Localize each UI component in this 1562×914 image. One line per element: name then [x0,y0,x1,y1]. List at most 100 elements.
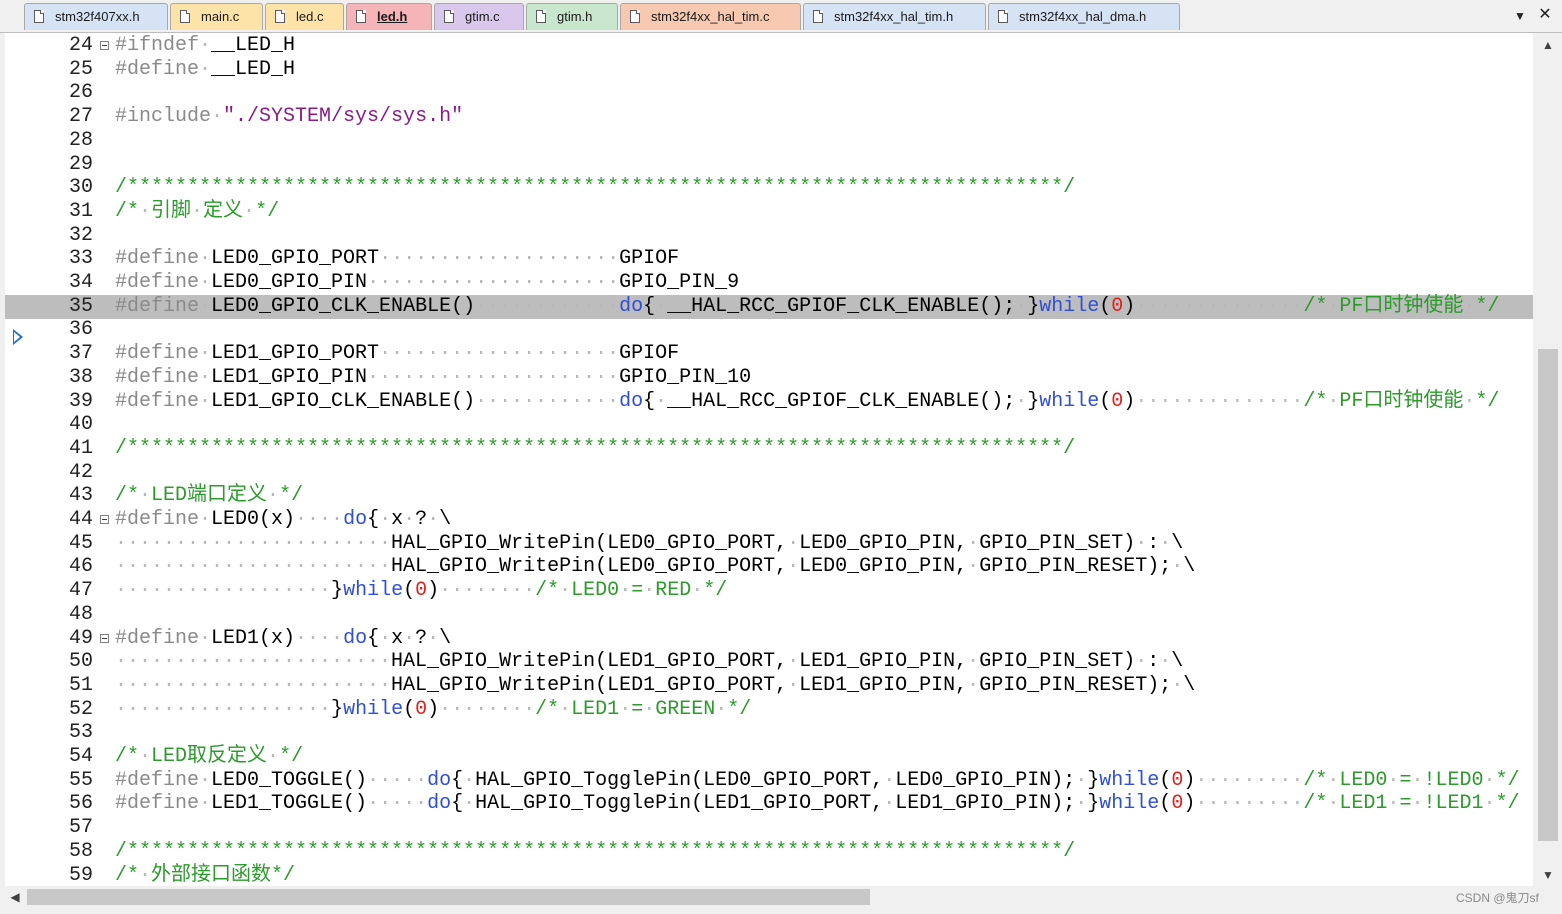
code-token: · [1327,294,1340,318]
tab-stm32f4xx-hal-tim-c[interactable]: stm32f4xx_hal_tim.c [620,3,801,30]
code-token: !LED0 [1423,768,1484,792]
tab-main-c[interactable]: main.c [170,3,263,30]
tab-led-c[interactable]: led.c [265,3,344,30]
code-token: ······················· [115,673,392,697]
line-number: 52 [68,697,93,721]
code-line[interactable]: 29 [5,153,1533,177]
code-token: LED0_GPIO_PORT [211,247,380,271]
code-token: #define [115,792,200,816]
code-token: · [1075,768,1088,792]
code-token: LED1_TOGGLE() [211,792,368,816]
tab-gtim-c[interactable]: gtim.c [434,3,524,30]
code-text: ·······················HAL_GPIO_WritePin… [115,674,1195,698]
code-line[interactable]: 37 #define·LED1_GPIO_PORT················… [5,342,1533,366]
code-line[interactable]: 43/*·LED端口定义·*/ [5,484,1533,508]
code-line[interactable]: 30 /*************************************… [5,176,1533,200]
tab-led-h[interactable]: led.h [346,3,432,30]
line-number: 39 [68,389,93,413]
code-token: ····················· [367,271,620,294]
fold-toggle-icon[interactable] [100,41,109,50]
code-line[interactable]: 54/*·LED取反定义·*/ [5,745,1533,769]
code-line[interactable]: 46 ·······················HAL_GPIO_WriteP… [5,555,1533,579]
code-token: #define [115,389,200,413]
line-number: 44 [68,508,93,531]
code-line[interactable]: 25 #define·__LED_H [5,58,1533,82]
code-token: · [403,508,416,531]
fold-toggle-icon[interactable] [100,633,109,643]
code-token: do [343,626,368,650]
code-token: · [139,863,152,887]
code-line[interactable]: 47 ··················}while(0)········/*·… [5,579,1533,603]
tab-stm32f4xx-hal-dma-h[interactable]: stm32f4xx_hal_dma.h [988,3,1180,30]
code-line[interactable]: 28 [5,129,1533,153]
code-token: · [1483,768,1496,792]
code-line[interactable]: 55 #define·LED0_TOGGLE()·····do{·HAL_GPIO… [5,769,1533,793]
scroll-left-icon[interactable]: ◀ [5,886,25,908]
code-token: ······················· [115,531,392,555]
horizontal-scroll-thumb[interactable] [27,889,870,905]
code-line[interactable]: 48 [5,603,1533,627]
code-line[interactable]: 34 #define·LED0_GPIO_PIN·················… [5,271,1533,295]
code-token: · [1171,555,1184,579]
code-token: do [343,508,368,531]
code-line[interactable]: 53 [5,721,1533,745]
code-line[interactable]: 58 /*************************************… [5,840,1533,864]
code-line[interactable]: 31/*·引脚·定义·*/ [5,200,1533,224]
code-line[interactable]: 38 #define·LED1_GPIO_PIN·················… [5,366,1533,390]
fold-toggle-icon[interactable] [100,515,109,524]
code-token: /* [535,697,560,721]
code-line[interactable]: 59 /*·外部接口函数*/ [5,864,1533,887]
code-text: #define·LED1_GPIO_PIN···················… [115,366,751,390]
tab-label: gtim.h [557,9,593,24]
code-line[interactable]: 49 #define·LED1(x)····do{·x·?·\ [5,627,1533,651]
code-line[interactable]: 24 #ifndef·__LED_H [5,34,1533,58]
code-line[interactable]: 27 #include·"./SYSTEM/sys/sys.h" [5,105,1533,129]
code-line[interactable]: 33 #define·LED0_GPIO_PORT················… [5,247,1533,271]
code-token: { [367,508,380,531]
code-text: /*·LED取反定义·*/ [115,745,303,769]
code-token: ········· [1195,768,1304,792]
code-line[interactable]: 40 [5,413,1533,437]
code-token: 0 [1111,389,1124,413]
code-line[interactable]: 57 [5,816,1533,840]
code-line[interactable]: 39 #define·LED1_GPIO_CLK_ENABLE()········… [5,390,1533,414]
code-line[interactable]: 44 #define·LED0(x)····do{·x·?·\ [5,508,1533,532]
vertical-scroll-thumb[interactable] [1538,349,1558,841]
tab-stm32f4xx-hal-tim-h[interactable]: stm32f4xx_hal_tim.h [803,3,986,30]
code-text: #define·__LED_H [115,58,295,82]
scroll-up-icon[interactable]: ▲ [1536,35,1560,55]
code-token: LED0_GPIO_PIN, [799,555,968,579]
code-token: #define [115,768,200,792]
vertical-scrollbar[interactable]: ▲ ▼ [1536,33,1560,886]
tab-stm32f407xx-h[interactable]: stm32f407xx.h [24,3,168,30]
code-token: /* [1303,768,1328,792]
code-token: LED0_GPIO_PIN); [895,768,1076,792]
code-token: /* [115,863,140,887]
tab-gtim-h[interactable]: gtim.h [526,3,618,30]
code-line[interactable]: 52 ··················}while(0)········/*·… [5,698,1533,722]
code-token: LED取反定义 [151,745,268,768]
code-token: } [331,697,344,721]
code-editor[interactable]: 24 #ifndef·__LED_H 25 #define·__LED_H 26 27 #i… [5,33,1533,886]
code-line[interactable]: 51 ·······················HAL_GPIO_WriteP… [5,674,1533,698]
code-token: · [1135,650,1148,674]
code-token: while [1099,792,1160,816]
code-token: !LED1 [1423,792,1484,816]
code-token: \ [439,626,452,650]
code-line[interactable]: 41 /*************************************… [5,437,1533,461]
scroll-down-icon[interactable]: ▼ [1536,865,1560,885]
code-line[interactable]: 35 #define·LED0_GPIO_CLK_ENABLE()········… [5,294,1533,319]
code-token: } [1087,768,1100,792]
code-line[interactable]: 45 ·······················HAL_GPIO_WriteP… [5,532,1533,556]
code-line[interactable]: 32 [5,224,1533,248]
tab-menu-dropdown-icon[interactable]: ▼ [1512,8,1528,24]
code-line[interactable]: 36 [5,318,1533,342]
code-line[interactable]: 26 [5,81,1533,105]
code-line[interactable]: 56 #define·LED1_TOGGLE()·····do{·HAL_GPIO… [5,792,1533,816]
code-token: · [691,579,704,603]
tab-label: stm32f4xx_hal_dma.h [1019,9,1147,24]
horizontal-scrollbar[interactable]: ◀ [5,886,1533,908]
code-line[interactable]: 50 ·······················HAL_GPIO_WriteP… [5,650,1533,674]
close-icon[interactable]: ✕ [1536,6,1554,24]
code-line[interactable]: 42 [5,461,1533,485]
